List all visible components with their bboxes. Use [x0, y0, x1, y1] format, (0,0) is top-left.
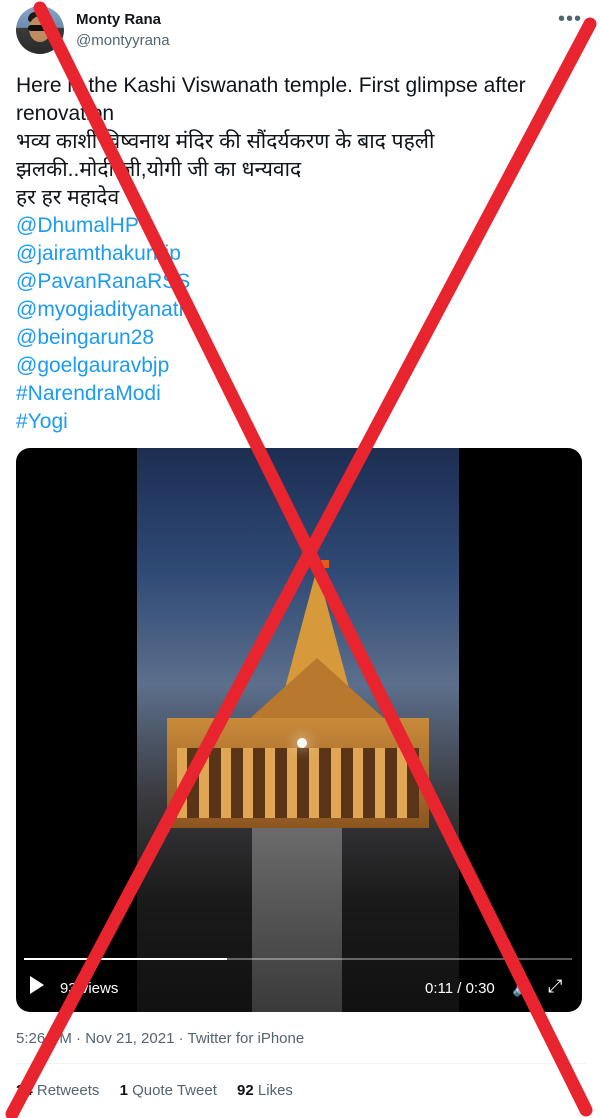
author-handle[interactable]: @montyyrana	[76, 32, 170, 49]
tweet-line: Here is the Kashi Viswanath temple. Firs…	[16, 74, 526, 97]
play-icon[interactable]	[30, 976, 44, 994]
tweet-meta[interactable]: 5:26 PM · Nov 21, 2021 · Twitter for iPh…	[16, 1030, 304, 1047]
tweet-line: हर हर महादेव	[16, 186, 120, 209]
likes-stat[interactable]: 92 Likes	[237, 1082, 293, 1099]
volume-icon[interactable]: 🔈	[512, 978, 533, 998]
retweets-label: Retweets	[36, 1082, 100, 1099]
mention-link[interactable]: @PavanRanaRSS	[16, 268, 586, 296]
video-views: 93 views	[60, 980, 119, 997]
quotes-stat[interactable]: 1 Quote Tweet	[120, 1082, 217, 1099]
divider	[16, 1063, 586, 1064]
mention-link[interactable]: @goelgauravbjp	[16, 352, 586, 380]
hashtag-link[interactable]: #Yogi	[16, 408, 586, 436]
tweet-header: Monty Rana @montyyrana •••	[16, 6, 586, 58]
video-frame[interactable]	[137, 448, 459, 1012]
retweets-count: 24	[16, 1082, 33, 1099]
more-icon[interactable]: •••	[558, 8, 582, 31]
tweet-line: renovation	[16, 102, 115, 125]
quotes-label: Quote Tweet	[132, 1082, 217, 1099]
video-time: 0:11 / 0:30	[425, 980, 495, 997]
quotes-count: 1	[119, 1082, 128, 1099]
video-progress-bar[interactable]	[24, 958, 572, 960]
mention-link[interactable]: @beingarun28	[16, 324, 586, 352]
likes-label: Likes	[257, 1082, 293, 1099]
avatar[interactable]	[16, 6, 64, 54]
mention-link[interactable]: @jairamthakurbjp	[16, 240, 586, 268]
video-progress-fill	[24, 958, 227, 960]
mention-link[interactable]: @myogiadityanath	[16, 296, 586, 324]
tweet-text: Here is the Kashi Viswanath temple. Firs…	[16, 72, 586, 436]
likes-count: 92	[237, 1082, 254, 1099]
retweets-stat[interactable]: 24 Retweets	[16, 1082, 99, 1099]
hashtag-link[interactable]: #NarendraModi	[16, 380, 586, 408]
mention-link[interactable]: @DhumalHP	[16, 212, 586, 240]
tweet-line: भव्य काशी विष्वनाथ मंदिर की सौंदर्यकरण क…	[16, 130, 435, 153]
author-name[interactable]: Monty Rana	[76, 11, 161, 28]
tweet-stats: 24 Retweets 1 Quote Tweet 92 Likes	[16, 1082, 309, 1099]
tweet-line: झलकी..मोदी जी,योगी जी का धन्यवाद	[16, 158, 302, 181]
fullscreen-icon[interactable]: ⤢	[548, 976, 562, 997]
video-player[interactable]: 93 views 0:11 / 0:30 🔈 ⤢	[16, 448, 582, 1012]
